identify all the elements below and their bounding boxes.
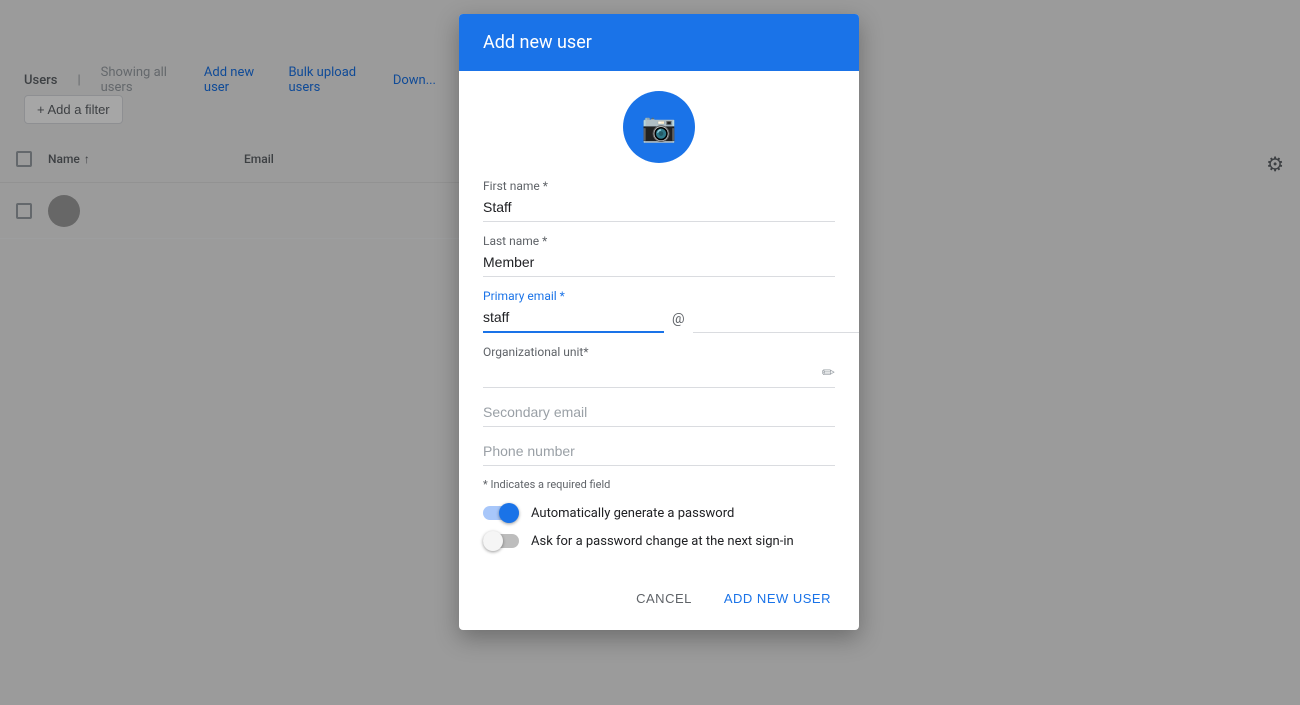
auto-password-label: Automatically generate a password [531, 506, 734, 521]
toggle-thumb [499, 503, 519, 523]
first-name-field: First name * [483, 179, 835, 222]
dialog-header: Add new user [459, 14, 859, 71]
edit-icon[interactable]: ✏ [822, 363, 835, 382]
secondary-email-input[interactable] [483, 400, 835, 427]
add-user-dialog: Add new user 📷 First name * Last name * … [459, 14, 859, 630]
email-username-input[interactable] [483, 305, 664, 333]
change-password-label: Ask for a password change at the next si… [531, 534, 794, 549]
first-name-label: First name * [483, 179, 835, 193]
required-note: * Indicates a required field [483, 478, 835, 491]
org-unit-row: ✏ [483, 361, 835, 388]
dialog-body: 📷 First name * Last name * Primary email… [459, 71, 859, 575]
auto-password-toggle[interactable] [483, 503, 519, 523]
phone-input[interactable] [483, 439, 835, 466]
at-symbol: @ [672, 311, 685, 333]
org-unit-label: Organizational unit* [483, 345, 835, 359]
add-new-user-button[interactable]: ADD NEW USER [712, 583, 843, 614]
auto-password-row: Automatically generate a password [483, 503, 835, 523]
camera-icon: 📷 [642, 111, 677, 144]
change-password-row: Ask for a password change at the next si… [483, 531, 835, 551]
phone-field [483, 439, 835, 466]
email-domain-input[interactable] [693, 306, 859, 333]
org-unit-field: Organizational unit* ✏ [483, 345, 835, 388]
dialog-title: Add new user [483, 32, 835, 53]
change-password-toggle[interactable] [483, 531, 519, 551]
email-row: @ .com [483, 305, 835, 333]
dialog-footer: CANCEL ADD NEW USER [459, 575, 859, 630]
last-name-label: Last name * [483, 234, 835, 248]
toggle-thumb-off [483, 531, 503, 551]
cancel-button[interactable]: CANCEL [624, 583, 704, 614]
last-name-input[interactable] [483, 250, 835, 277]
org-unit-input[interactable] [483, 361, 835, 388]
last-name-field: Last name * [483, 234, 835, 277]
avatar-upload-button[interactable]: 📷 [623, 91, 695, 163]
first-name-input[interactable] [483, 195, 835, 222]
primary-email-field: Primary email * @ .com [483, 289, 835, 333]
primary-email-label: Primary email * [483, 289, 835, 303]
secondary-email-field [483, 400, 835, 427]
avatar-upload-section: 📷 [483, 71, 835, 179]
